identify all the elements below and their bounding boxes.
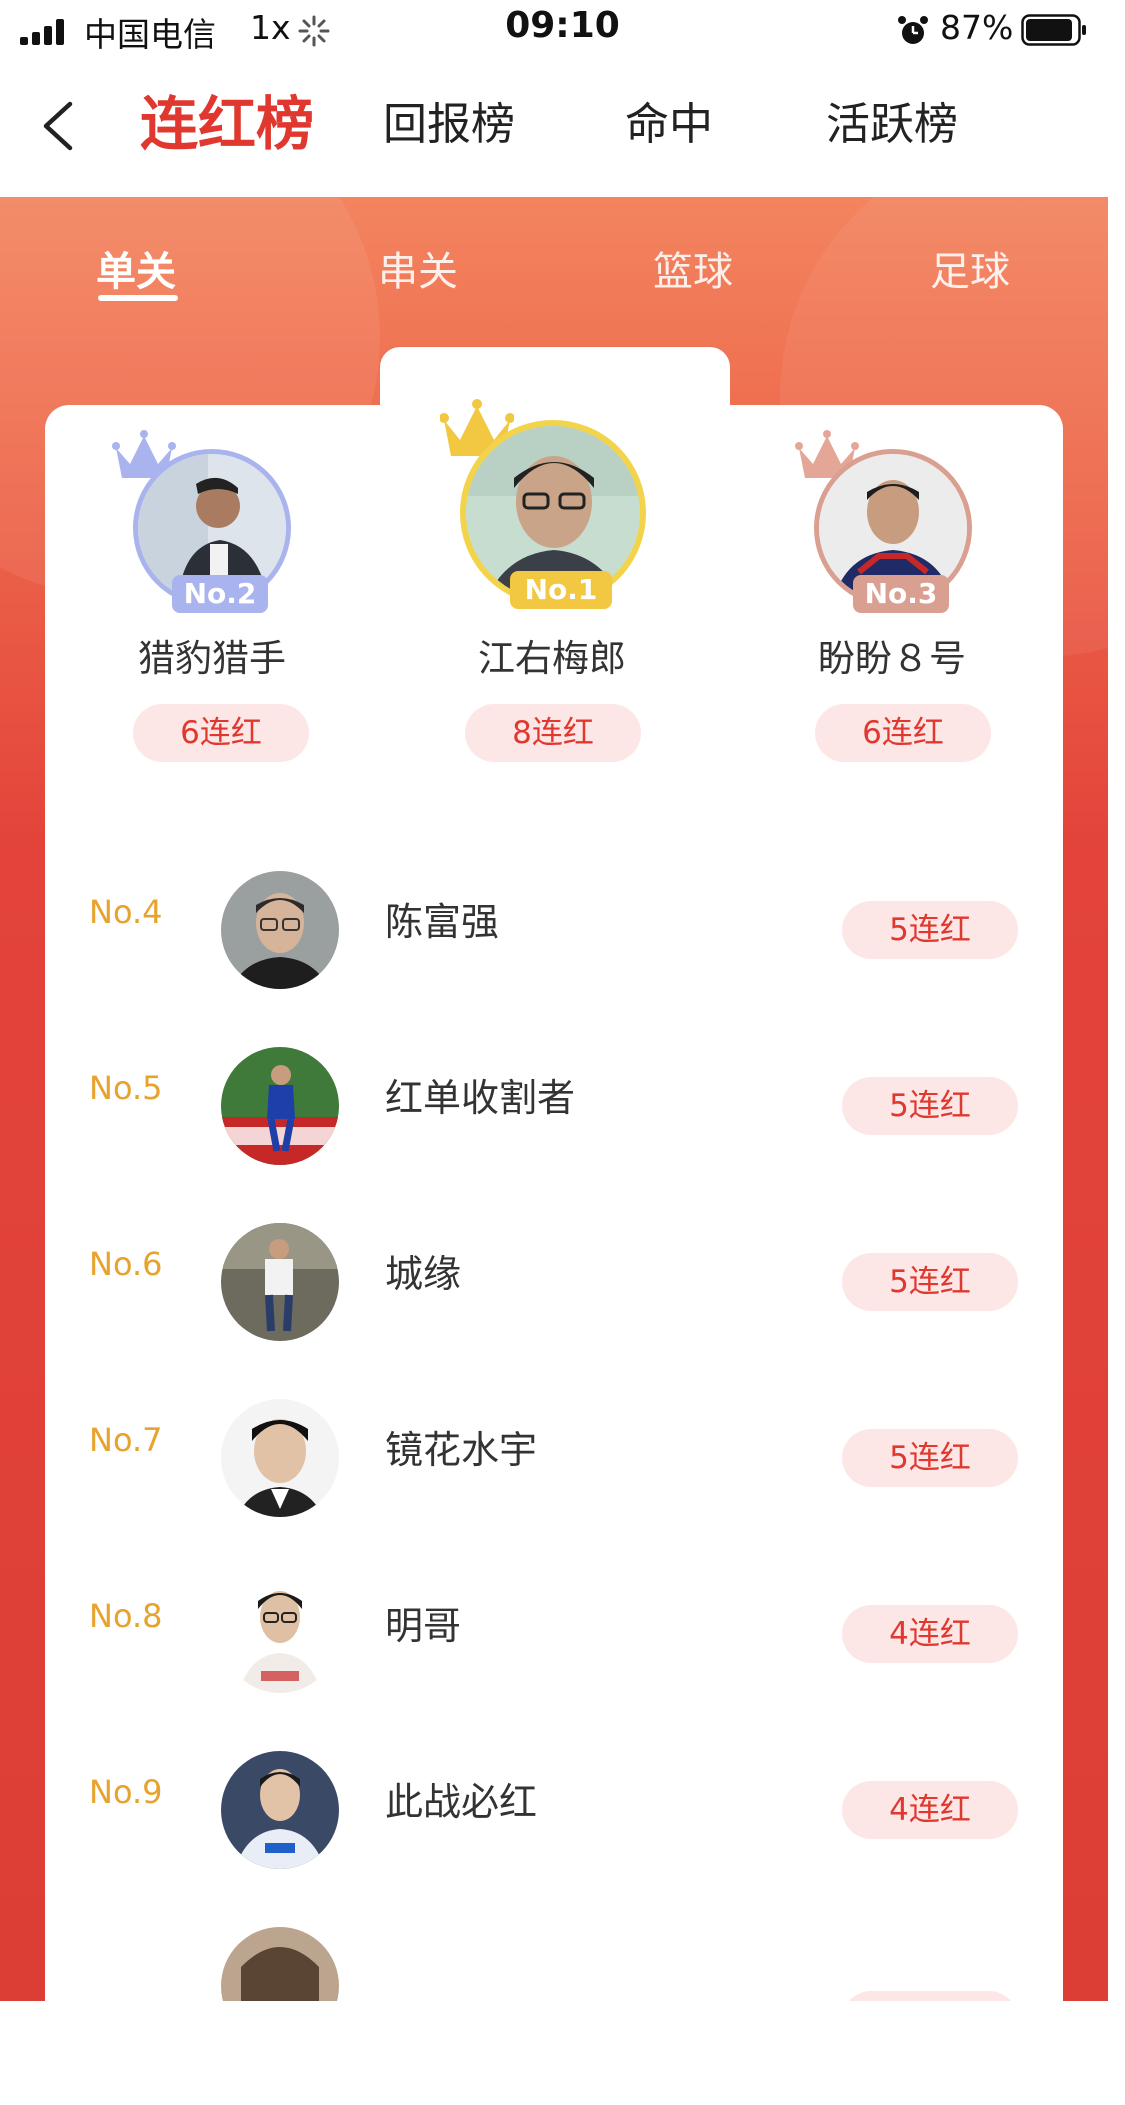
user-portrait (221, 1575, 339, 1693)
user-name: 城缘 (385, 1252, 462, 1296)
subtab-parlay[interactable]: 串关 (378, 239, 458, 297)
user-portrait (221, 1927, 339, 2001)
user-portrait (221, 871, 339, 989)
avatar (221, 1399, 339, 1517)
avatar (221, 871, 339, 989)
rank-tag: No.3 (853, 575, 949, 613)
user-name: 此战必红 (385, 1780, 538, 1824)
list-item[interactable]: No.6 城缘 5连红 (45, 1183, 1063, 1359)
avatar (221, 1927, 339, 2001)
user-portrait (221, 1399, 339, 1517)
user-name: 明哥 (385, 1604, 462, 1648)
streak-badge: 4连红 (842, 1781, 1018, 1839)
status-bar: 中国电信 1x 09:10 87% (0, 0, 1125, 58)
streak-badge: 5连红 (842, 901, 1018, 959)
subtab-underline (98, 295, 178, 301)
alarm-icon (898, 16, 928, 44)
rank-label: No.6 (89, 1245, 163, 1283)
streak-badge: 5连红 (842, 1429, 1018, 1487)
user-name: 盼盼８号 (818, 637, 966, 680)
rank-label: No.8 (89, 1597, 163, 1635)
list-item[interactable]: No.7 镜花水宇 5连红 (45, 1359, 1063, 1535)
streak-badge (842, 1991, 1018, 2001)
tab-streak-ranking[interactable]: 连红榜 (140, 77, 314, 161)
user-portrait (221, 1047, 339, 1165)
streak-badge: 5连红 (842, 1253, 1018, 1311)
list-item[interactable]: No.4 陈富强 5连红 (45, 831, 1063, 1007)
user-name: 江右梅郎 (478, 637, 626, 680)
user-name: 镜花水宇 (385, 1428, 538, 1472)
streak-badge: 6连红 (815, 704, 991, 762)
user-name: 猎豹猎手 (138, 637, 286, 680)
right-edge (1108, 197, 1125, 2001)
user-portrait (221, 1223, 339, 1341)
streak-badge: 6连红 (133, 704, 309, 762)
user-portrait (221, 1751, 339, 1869)
rank-label: No.9 (89, 1773, 163, 1811)
rank-label: No.5 (89, 1069, 163, 1107)
user-name: 陈富强 (385, 900, 500, 944)
list-item[interactable]: No.5 红单收割者 5连红 (45, 1007, 1063, 1183)
tab-active-ranking[interactable]: 活跃榜 (826, 88, 958, 152)
streak-badge: 4连红 (842, 1605, 1018, 1663)
battery-icon (1021, 14, 1086, 46)
avatar (221, 1575, 339, 1693)
avatar (221, 1047, 339, 1165)
list-item[interactable]: No.8 明哥 4连红 (45, 1535, 1063, 1711)
rank-label: No.7 (89, 1421, 163, 1459)
streak-badge: 8连红 (465, 704, 641, 762)
avatar (221, 1223, 339, 1341)
rank-tag: No.2 (172, 575, 268, 613)
rank-tag: No.1 (510, 571, 612, 609)
tab-hit-rate[interactable]: 命中 (625, 88, 713, 152)
avatar (221, 1751, 339, 1869)
user-name: 红单收割者 (385, 1076, 576, 1120)
rank-label: No.4 (89, 893, 163, 931)
tab-return-ranking[interactable]: 回报榜 (383, 88, 515, 152)
subtab-single[interactable]: 单关 (96, 239, 176, 297)
list-item[interactable]: No.9 此战必红 4连红 (45, 1711, 1063, 1887)
back-icon[interactable] (36, 96, 82, 156)
subtab-football[interactable]: 足球 (930, 239, 1010, 297)
subtab-basketball[interactable]: 篮球 (653, 239, 733, 297)
battery-percent: 87% (940, 8, 1014, 47)
list-item[interactable] (45, 1887, 1063, 2001)
streak-badge: 5连红 (842, 1077, 1018, 1135)
nav-bar: 连红榜 回报榜 命中 活跃榜 (0, 62, 1125, 197)
